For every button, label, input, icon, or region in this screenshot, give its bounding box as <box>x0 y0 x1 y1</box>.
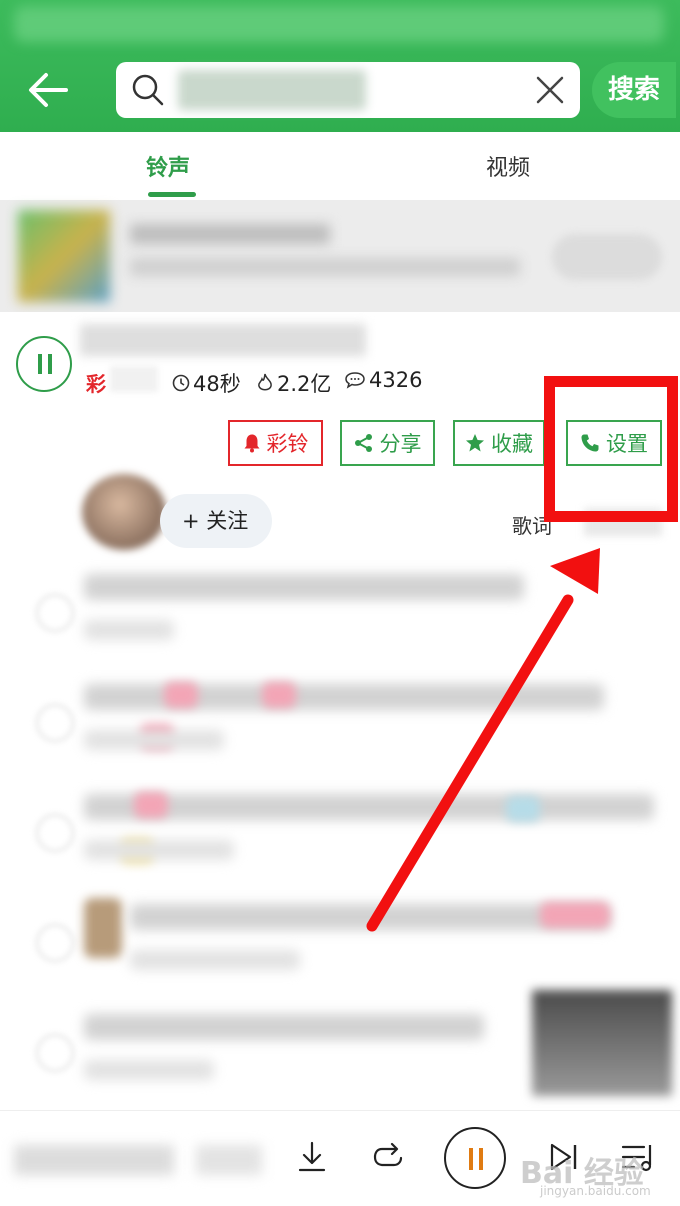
heat-text: 2.2亿 <box>277 372 332 396</box>
clock-icon <box>172 374 190 392</box>
play-icon[interactable] <box>36 704 74 742</box>
follow-button[interactable]: + 关注 <box>160 494 272 548</box>
video-thumbnail-blurred[interactable] <box>532 990 672 1096</box>
ad-banner[interactable] <box>0 200 680 312</box>
clear-icon[interactable] <box>534 74 566 106</box>
ad-text-blurred <box>130 258 520 276</box>
flame-icon <box>258 373 272 391</box>
share-icon <box>354 434 372 452</box>
list-item[interactable] <box>0 892 680 1002</box>
favorite-label: 收藏 <box>491 432 533 456</box>
list-item[interactable] <box>0 672 680 782</box>
ad-button-blurred[interactable] <box>552 234 662 280</box>
ringtone-list <box>0 562 680 1110</box>
tag-blurred <box>110 366 158 392</box>
list-item[interactable] <box>0 782 680 892</box>
song-heat: 2.2亿 <box>256 368 331 398</box>
bell-icon <box>244 434 259 453</box>
favorite-button[interactable]: 收藏 <box>453 420 545 466</box>
search-input[interactable] <box>116 62 580 118</box>
search-query-blurred <box>178 70 366 110</box>
share-button[interactable]: 分享 <box>340 420 435 466</box>
share-label: 分享 <box>379 432 422 456</box>
play-icon[interactable] <box>36 814 74 852</box>
avatar[interactable] <box>82 474 166 550</box>
ad-image <box>18 210 110 302</box>
play-icon[interactable] <box>36 1034 74 1072</box>
comment-icon <box>345 372 365 389</box>
duration-text: 48秒 <box>193 372 241 396</box>
active-tab-indicator <box>148 192 196 197</box>
pause-button[interactable] <box>16 336 72 392</box>
now-playing-artist-blurred <box>196 1145 262 1175</box>
star-icon <box>466 434 484 452</box>
watermark-url: jingyan.baidu.com <box>540 1184 651 1198</box>
song-duration: 48秒 <box>172 368 241 398</box>
list-item[interactable] <box>0 562 680 672</box>
download-icon[interactable] <box>292 1137 332 1177</box>
tab-bar: 铃声 视频 <box>0 132 680 200</box>
play-icon[interactable] <box>36 594 74 632</box>
cailing-tag: 彩 <box>86 372 106 396</box>
back-arrow-icon[interactable] <box>22 64 74 116</box>
comments-text: 4326 <box>369 368 423 392</box>
tab-ringtone[interactable]: 铃声 <box>146 150 190 182</box>
app-header: 搜索 <box>0 0 680 132</box>
annotation-highlight-box <box>544 376 678 522</box>
pause-icon-bar <box>48 354 52 374</box>
tab-video[interactable]: 视频 <box>486 150 530 182</box>
pause-icon-bar <box>479 1148 483 1170</box>
pause-icon <box>469 1148 473 1170</box>
list-item[interactable] <box>0 990 680 1112</box>
play-icon[interactable] <box>36 924 74 962</box>
cailing-button[interactable]: 彩铃 <box>228 420 323 466</box>
player-pause-button[interactable] <box>444 1127 506 1189</box>
search-icon <box>132 74 164 106</box>
status-bar-blurred <box>14 6 664 42</box>
now-playing-title-blurred <box>14 1145 174 1175</box>
repeat-icon[interactable] <box>368 1137 408 1177</box>
search-button[interactable]: 搜索 <box>592 62 676 118</box>
cailing-label: 彩铃 <box>266 432 309 456</box>
song-title-blurred <box>80 324 366 356</box>
song-comments: 4326 <box>344 368 422 392</box>
pause-icon <box>38 354 42 374</box>
ad-title-blurred <box>130 224 330 244</box>
